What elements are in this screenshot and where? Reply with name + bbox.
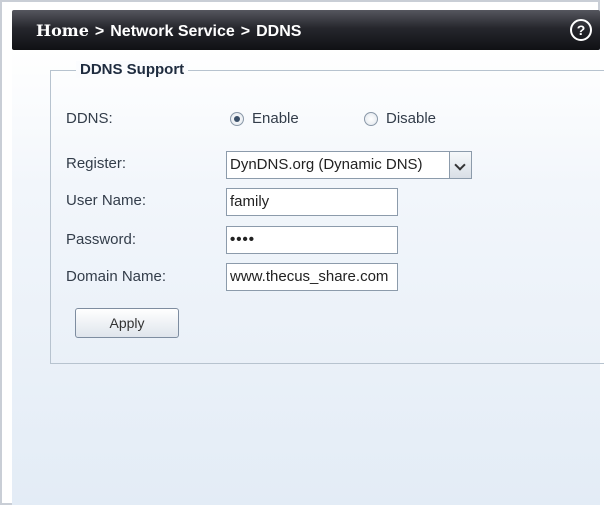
title-bar: Home > Network Service > DDNS ? [12, 10, 600, 50]
breadcrumb-home[interactable]: Home [36, 21, 89, 40]
user-name-input[interactable]: family [226, 188, 398, 216]
domain-name-input[interactable]: www.thecus_share.com [226, 263, 398, 291]
breadcrumb: Home > Network Service > DDNS [36, 21, 301, 41]
apply-button[interactable]: Apply [75, 308, 179, 338]
group-title: DDNS Support [76, 61, 189, 78]
password-input[interactable]: •••• [226, 226, 398, 254]
disable-radio[interactable] [364, 112, 378, 126]
help-icon[interactable]: ? [570, 19, 592, 41]
register-select[interactable]: DynDNS.org (Dynamic DNS) [226, 151, 450, 179]
radio-selected-dot [234, 116, 240, 122]
disable-radio-label[interactable]: Disable [386, 110, 436, 127]
chevron-down-icon [454, 159, 466, 171]
breadcrumb-ddns: DDNS [256, 23, 302, 40]
domain-name-label: Domain Name: [66, 268, 167, 285]
breadcrumb-network-service[interactable]: Network Service [110, 23, 235, 40]
register-label: Register: [66, 155, 127, 172]
enable-radio[interactable] [230, 112, 244, 126]
main-content: DDNS Support DDNS: Enable Disable Regist… [12, 50, 604, 505]
app-frame: Home > Network Service > DDNS ? DDNS Support… [0, 0, 604, 505]
user-name-label: User Name: [66, 192, 147, 209]
breadcrumb-separator: > [240, 23, 251, 40]
breadcrumb-separator: > [94, 23, 105, 40]
domain-name-value: www.thecus_share.com [230, 268, 389, 285]
ddns-label: DDNS: [66, 110, 113, 127]
password-label: Password: [66, 231, 137, 248]
register-dropdown-button[interactable] [450, 151, 472, 179]
enable-radio-label[interactable]: Enable [252, 110, 299, 127]
